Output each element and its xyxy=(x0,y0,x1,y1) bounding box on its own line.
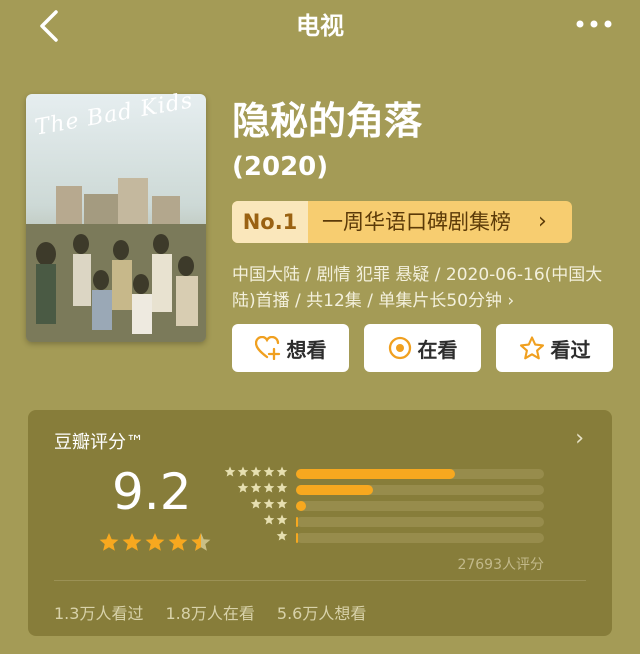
rank-number: No.1 xyxy=(232,201,308,243)
tiny-star-icon xyxy=(276,466,288,477)
rating-count: 27693人评分 xyxy=(457,557,544,573)
bar-fill-3 xyxy=(296,501,306,511)
watching-button[interactable]: 在看 xyxy=(364,324,481,372)
tiny-star-icon xyxy=(237,466,249,477)
tiny-star-icon xyxy=(250,498,262,509)
bar-fill-5 xyxy=(296,469,455,479)
star-filled-icon xyxy=(99,533,119,551)
watch-stats: 1.3万人看过 1.8万人在看 5.6万人想看 xyxy=(54,600,366,624)
watching-count: 1.8万人在看 xyxy=(165,604,255,623)
star-outline-icon xyxy=(519,336,544,360)
chevron-right-icon[interactable]: › xyxy=(575,426,584,451)
watched-button[interactable]: 看过 xyxy=(496,324,613,372)
tiny-star-icon xyxy=(263,498,275,509)
more-dots-icon[interactable] xyxy=(574,14,614,34)
star-filled-icon xyxy=(168,533,188,551)
page-title: 电视 xyxy=(296,12,344,40)
want-count: 5.6万人想看 xyxy=(276,604,367,623)
tiny-star-icon xyxy=(276,530,288,541)
tiny-star-icon xyxy=(224,466,236,477)
tiny-star-icon xyxy=(263,466,275,477)
four-stars-icon xyxy=(222,482,288,498)
rank-label: 一周华语口碑剧集榜 xyxy=(322,210,511,234)
divider xyxy=(54,580,586,581)
bar-track xyxy=(296,469,544,479)
one-star-icon xyxy=(222,530,288,546)
tiny-star-icon xyxy=(263,514,275,525)
bar-fill-2 xyxy=(296,517,298,527)
circle-dot-icon xyxy=(388,336,411,360)
three-stars-icon xyxy=(222,498,288,514)
watched-label: 看过 xyxy=(550,337,591,362)
tiny-star-icon xyxy=(250,482,262,493)
want-to-watch-label: 想看 xyxy=(286,337,327,362)
heart-plus-icon xyxy=(254,336,280,360)
tiny-star-icon xyxy=(276,514,288,525)
rating-score: 9.2 xyxy=(112,463,192,521)
tiny-star-icon xyxy=(237,482,249,493)
rating-card[interactable]: 豆瓣评分™ › 9.2 27693人评分 1.3万人看过 1.8万人在看 5.6… xyxy=(28,410,612,636)
star-filled-icon xyxy=(122,533,142,551)
rank-badge[interactable]: No.1 一周华语口碑剧集榜 › xyxy=(232,201,572,243)
five-stars-icon xyxy=(222,466,288,482)
rating-label: 豆瓣评分™ xyxy=(54,432,144,453)
movie-title: 隐秘的角落 xyxy=(232,99,423,143)
tiny-star-icon xyxy=(263,482,275,493)
chevron-right-icon: › xyxy=(538,209,547,234)
bar-track xyxy=(296,517,544,527)
bar-track xyxy=(296,485,544,495)
tiny-star-icon xyxy=(276,498,288,509)
bar-track xyxy=(296,501,544,511)
bar-fill-4 xyxy=(296,485,373,495)
movie-year: (2020) xyxy=(232,152,329,182)
star-half-icon xyxy=(191,533,211,551)
two-stars-icon xyxy=(222,514,288,530)
tiny-star-icon xyxy=(250,466,262,477)
bar-track xyxy=(296,533,544,543)
star-filled-icon xyxy=(145,533,165,551)
want-to-watch-button[interactable]: 想看 xyxy=(232,324,349,372)
score-stars xyxy=(98,532,212,552)
watching-label: 在看 xyxy=(417,337,458,362)
watched-count: 1.3万人看过 xyxy=(54,604,144,623)
bar-fill-1 xyxy=(296,533,298,543)
top-bar: 电视 xyxy=(0,0,640,52)
tiny-star-icon xyxy=(276,482,288,493)
movie-meta[interactable]: 中国大陆 / 剧情 犯罪 悬疑 / 2020-06-16(中国大陆)首播 / 共… xyxy=(232,262,617,314)
